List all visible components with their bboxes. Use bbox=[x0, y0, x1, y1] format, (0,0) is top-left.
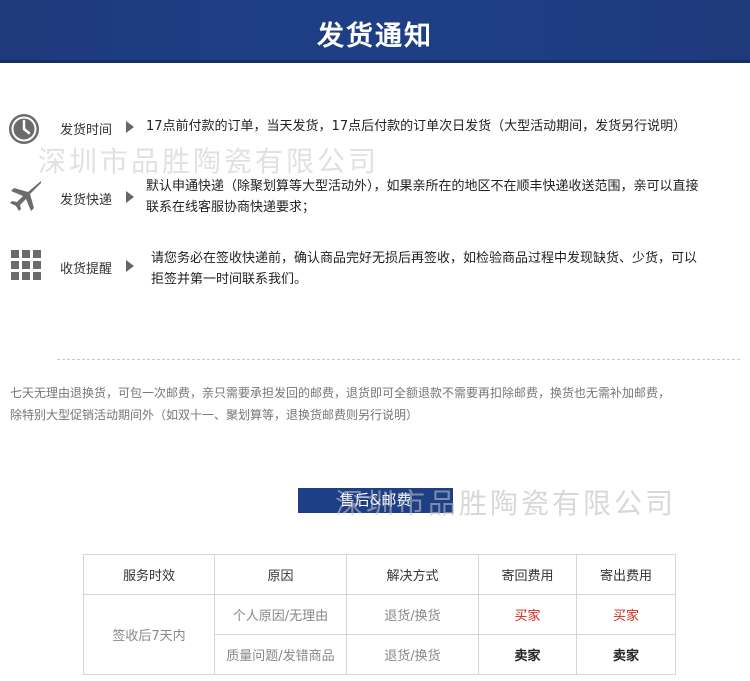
arrow-right-icon bbox=[126, 191, 134, 203]
row-label: 发货时间 bbox=[60, 123, 113, 138]
row-text-line: 拒签并第一时间联系我们。 bbox=[151, 272, 308, 287]
clock-icon bbox=[9, 114, 39, 144]
table-header-cell: 寄回费用 bbox=[478, 554, 577, 595]
table-header-cell: 寄出费用 bbox=[576, 554, 676, 595]
arrow-right-icon bbox=[126, 121, 134, 133]
page-title: 发货通知 bbox=[317, 21, 433, 52]
row-text-line: 默认申通快递（除聚划算等大型活动外），如果亲所在的地区不在顺丰快递收送范围，亲可… bbox=[146, 179, 699, 194]
row-label: 收货提醒 bbox=[60, 262, 113, 277]
send-fee-cell: 买家 bbox=[576, 594, 676, 635]
service-period-cell: 签收后7天内 bbox=[83, 594, 215, 675]
send-fee-cell: 卖家 bbox=[576, 634, 676, 675]
table-row: 签收后7天内 个人原因/无理由 退货/换货 买家 买家 bbox=[83, 594, 676, 675]
row-text: 请您务必在签收快递前，确认商品完好无损后再签收，如检验商品过程中发现缺货、少货，… bbox=[151, 248, 697, 290]
reason-cell: 个人原因/无理由 bbox=[214, 594, 347, 635]
table-header-row: 服务时效 原因 解决方式 寄回费用 寄出费用 bbox=[83, 554, 676, 595]
policy-line: 除特别大型促销活动期间外（如双十一、聚划算等，退换货邮费则另行说明） bbox=[10, 408, 419, 422]
table-header-cell: 解决方式 bbox=[346, 554, 479, 595]
return-fee-cell: 买家 bbox=[478, 594, 577, 635]
reason-cell: 质量问题/发错商品 bbox=[214, 634, 347, 675]
row-text-line: 17点前付款的订单，当天发货，17点后付款的订单次日发货（大型活动期间，发货另行… bbox=[146, 119, 687, 134]
table-header-cell: 原因 bbox=[214, 554, 347, 595]
row-text: 17点前付款的订单，当天发货，17点后付款的订单次日发货（大型活动期间，发货另行… bbox=[146, 116, 686, 137]
divider bbox=[57, 359, 740, 360]
after-sales-table: 服务时效 原因 解决方式 寄回费用 寄出费用 签收后7天内 个人原因/无理由 退… bbox=[83, 554, 676, 675]
row-text-line: 请您务必在签收快递前，确认商品完好无损后再签收，如检验商品过程中发现缺货、少货，… bbox=[151, 251, 698, 266]
airplane-icon bbox=[10, 181, 41, 211]
section-title: 售后&邮费 bbox=[298, 488, 453, 513]
row-label: 发货快递 bbox=[60, 193, 113, 208]
arrow-right-icon bbox=[126, 260, 134, 272]
grid-icon bbox=[11, 250, 41, 280]
header-banner: 发货通知 bbox=[0, 0, 750, 63]
solution-cell: 退货/换货 bbox=[346, 634, 479, 675]
return-fee-cell: 卖家 bbox=[478, 634, 577, 675]
watermark: 深圳市品胜陶瓷有限公司 bbox=[38, 145, 380, 178]
row-text: 默认申通快递（除聚划算等大型活动外），如果亲所在的地区不在顺丰快递收送范围，亲可… bbox=[146, 176, 699, 218]
row-text-line: 联系在线客服协商快递要求； bbox=[146, 200, 316, 215]
policy-line: 七天无理由退换货，可包一次邮费，亲只需要承担发回的邮费，退货即可全额退款不需要再… bbox=[10, 386, 671, 400]
return-policy-text: 七天无理由退换货，可包一次邮费，亲只需要承担发回的邮费，退货即可全额退款不需要再… bbox=[10, 382, 745, 426]
solution-cell: 退货/换货 bbox=[346, 594, 479, 635]
table-header-cell: 服务时效 bbox=[83, 554, 215, 595]
